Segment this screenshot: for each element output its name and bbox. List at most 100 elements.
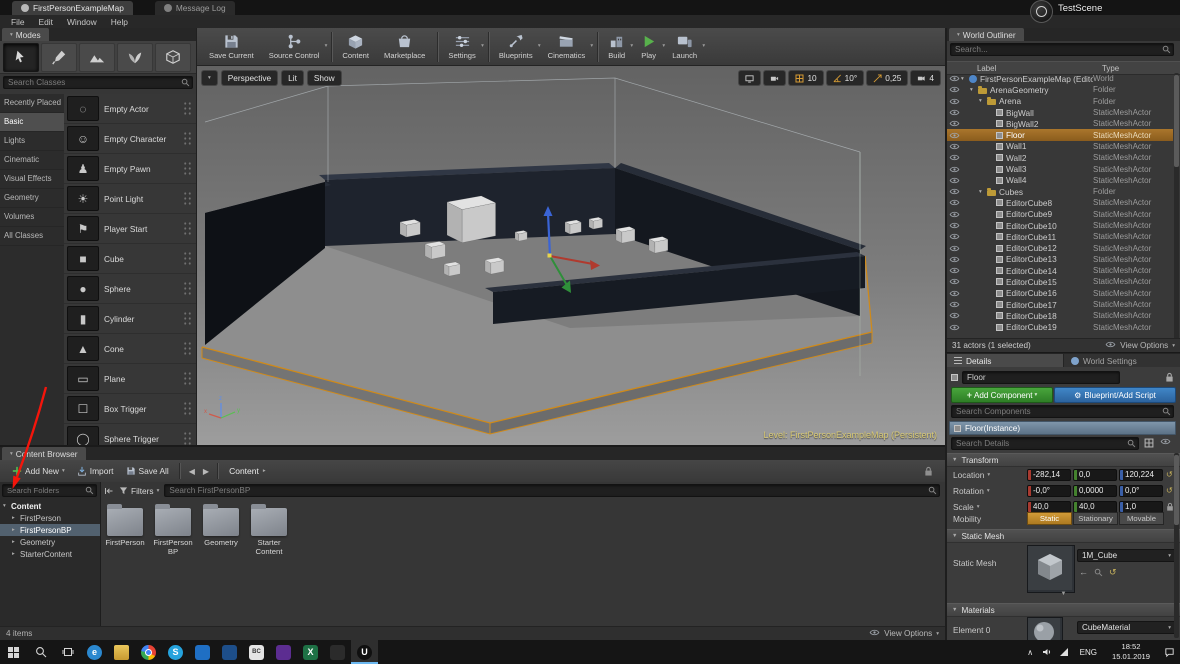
place-item-empty-character[interactable]: ☺Empty Character — [64, 124, 196, 154]
camera-speed-button[interactable]: 4 — [910, 70, 941, 86]
column-type[interactable]: Type — [1102, 64, 1180, 73]
blueprints-button[interactable]: Blueprints▾ — [493, 29, 542, 65]
breadcrumb-content[interactable]: Content — [229, 466, 259, 476]
visibility-eye-icon[interactable] — [947, 256, 961, 263]
outliner-row-arenageometry[interactable]: ▾ArenaGeometryFolder — [947, 84, 1173, 95]
taskbar-app-visual-studio[interactable] — [270, 640, 297, 664]
add-component-button[interactable]: + Add Component ▾ — [951, 387, 1053, 403]
grid-snap-button[interactable]: 10 — [788, 70, 823, 86]
build-button[interactable]: Build▾ — [602, 29, 634, 65]
place-item-player-start[interactable]: ⚑Player Start — [64, 214, 196, 244]
content-button[interactable]: Content — [336, 29, 378, 65]
blueprint-add-script-button[interactable]: ⚙ Blueprint/Add Script — [1054, 387, 1176, 403]
outliner-view-options-button[interactable]: View Options ▾ — [1105, 341, 1175, 350]
taskbar-app-photos[interactable] — [216, 640, 243, 664]
drag-grip-icon[interactable] — [183, 311, 192, 326]
taskbar-search-button[interactable] — [27, 640, 54, 664]
visibility-eye-icon[interactable] — [947, 86, 961, 93]
location-z-field[interactable]: 120,224 — [1119, 469, 1163, 481]
visibility-eye-icon[interactable] — [947, 278, 961, 285]
volume-icon[interactable] — [1039, 647, 1056, 657]
launch-button[interactable]: Launch▾ — [666, 29, 706, 65]
menu-help[interactable]: Help — [104, 17, 135, 27]
outliner-row-bigwall[interactable]: BigWallStaticMeshActor — [947, 107, 1173, 118]
modes-category-lights[interactable]: Lights — [0, 132, 64, 151]
outliner-row-editorcube11[interactable]: EditorCube11StaticMeshActor — [947, 231, 1173, 242]
settings-button[interactable]: Settings▾ — [442, 29, 484, 65]
paint-mode-icon[interactable] — [41, 43, 77, 72]
tray-chevron-up-icon[interactable]: ∧ — [1022, 648, 1039, 657]
actor-name-field[interactable] — [962, 371, 1120, 384]
outliner-row-editorcube12[interactable]: EditorCube12StaticMeshActor — [947, 242, 1173, 253]
section-expander[interactable]: ▼ — [947, 591, 1180, 597]
outliner-scrollbar[interactable] — [1174, 73, 1179, 339]
menu-edit[interactable]: Edit — [32, 17, 60, 27]
viewport[interactable]: z y x ▾ Perspective Lit Show 10 10° 0,25 — [197, 66, 945, 445]
visibility-eye-icon[interactable] — [947, 222, 961, 229]
drag-grip-icon[interactable] — [183, 101, 192, 116]
visibility-eye-icon[interactable] — [947, 166, 961, 173]
modes-category-volumes[interactable]: Volumes — [0, 208, 64, 227]
window-tab-message-log[interactable]: Message Log — [155, 1, 235, 15]
place-item-cylinder[interactable]: ▮Cylinder — [64, 304, 196, 334]
tree-expand-icon[interactable]: ▾ — [970, 87, 978, 93]
location-label[interactable]: Location▾ — [953, 470, 1027, 480]
rotation-snap-button[interactable]: 10° — [826, 70, 865, 86]
lock-icon[interactable] — [1165, 372, 1174, 383]
tree-expand-icon[interactable]: ▾ — [979, 98, 987, 104]
drag-grip-icon[interactable] — [183, 161, 192, 176]
visibility-eye-icon[interactable] — [947, 199, 961, 206]
use-selected-arrow-icon[interactable]: ← — [1079, 568, 1088, 577]
static-mesh-section-header[interactable]: ▼ Static Mesh — [947, 529, 1180, 543]
foliage-mode-icon[interactable] — [117, 43, 153, 72]
visibility-eye-icon[interactable] — [947, 98, 961, 105]
outliner-row-editorcube15[interactable]: EditorCube15StaticMeshActor — [947, 276, 1173, 287]
asset-folder-firstperson[interactable]: FirstPerson — [104, 504, 146, 557]
static-mesh-thumbnail[interactable] — [1027, 545, 1075, 593]
taskbar-app-edge[interactable]: e — [81, 640, 108, 664]
save-current-button[interactable]: Save Current — [203, 29, 263, 65]
drag-grip-icon[interactable] — [183, 251, 192, 266]
tree-expand-icon[interactable]: ▸ — [12, 539, 20, 545]
scale-label[interactable]: Scale▾ — [953, 502, 1027, 512]
outliner-row-cubes[interactable]: ▾CubesFolder — [947, 186, 1173, 197]
details-scrollbar[interactable] — [1174, 453, 1179, 638]
taskbar-app-chrome[interactable] — [135, 640, 162, 664]
outliner-row-editorcube19[interactable]: EditorCube19StaticMeshActor — [947, 322, 1173, 333]
network-icon[interactable] — [1056, 647, 1073, 657]
visibility-eye-icon[interactable] — [947, 290, 961, 297]
outliner-row-editorcube13[interactable]: EditorCube13StaticMeshActor — [947, 254, 1173, 265]
tab-world-outliner[interactable]: ▾ World Outliner — [949, 28, 1024, 41]
visibility-eye-icon[interactable] — [947, 132, 961, 139]
rotation-label[interactable]: Rotation▾ — [953, 486, 1027, 496]
drag-grip-icon[interactable] — [183, 221, 192, 236]
outliner-row-editorcube18[interactable]: EditorCube18StaticMeshActor — [947, 310, 1173, 321]
material-dropdown[interactable]: CubeMaterial ▾ — [1077, 621, 1176, 634]
menu-file[interactable]: File — [4, 17, 32, 27]
static-mesh-dropdown[interactable]: 1M_Cube ▾ — [1077, 549, 1176, 562]
location-y-field[interactable]: 0,0 — [1073, 469, 1117, 481]
property-matrix-icon[interactable] — [1144, 438, 1154, 448]
mobility-static-button[interactable]: Static — [1027, 512, 1072, 525]
visibility-eye-icon[interactable] — [947, 233, 961, 240]
geometry-mode-icon[interactable] — [155, 43, 191, 72]
clock[interactable]: 18:52 15.01.2019 — [1104, 642, 1158, 662]
place-item-cone[interactable]: ▲Cone — [64, 334, 196, 364]
visibility-eye-icon[interactable] — [947, 75, 961, 82]
maximize-viewport-button[interactable] — [738, 70, 761, 86]
modes-category-cinematic[interactable]: Cinematic — [0, 151, 64, 170]
show-button[interactable]: Show — [307, 70, 342, 86]
window-tab-firstpersonexamplemap[interactable]: FirstPersonExampleMap — [12, 1, 133, 15]
search-folders-input[interactable] — [2, 484, 97, 497]
taskbar-app-bc-app[interactable]: BC — [243, 640, 270, 664]
start-button[interactable] — [0, 640, 27, 664]
drag-grip-icon[interactable] — [183, 431, 192, 446]
visibility-eye-icon[interactable] — [947, 154, 961, 161]
add-new-button[interactable]: Add New ▾ — [6, 462, 71, 480]
visibility-eye-icon[interactable] — [947, 188, 961, 195]
visibility-eye-icon[interactable] — [947, 301, 961, 308]
tree-expand-icon[interactable]: ▾ — [979, 189, 987, 195]
component-floor-instance[interactable]: Floor(Instance) — [949, 421, 1176, 435]
drag-grip-icon[interactable] — [183, 401, 192, 416]
drag-grip-icon[interactable] — [183, 341, 192, 356]
